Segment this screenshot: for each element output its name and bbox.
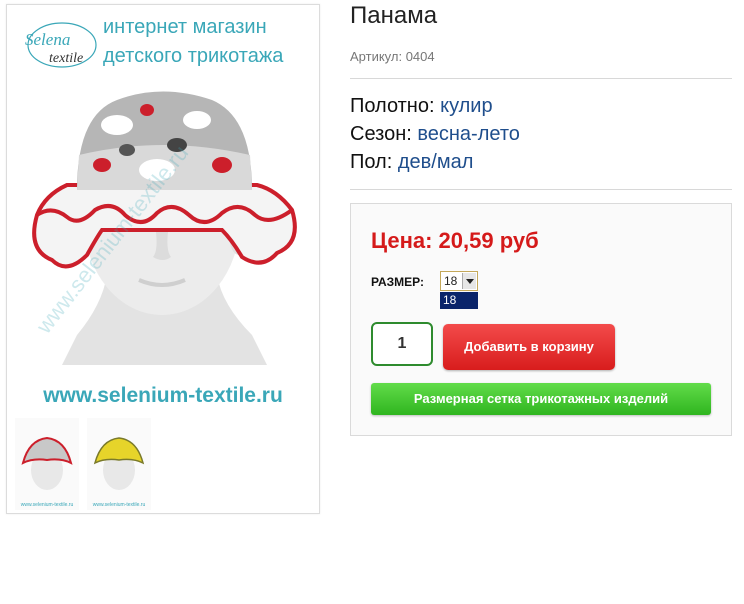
spec-fabric-value[interactable]: кулир [440, 95, 493, 117]
add-to-cart-button[interactable]: Добавить в корзину [443, 324, 615, 370]
brand-sub-text: textile [49, 51, 83, 66]
size-option[interactable]: 18 [440, 292, 478, 309]
thumbnail-1[interactable]: www.selenium-textile.ru [15, 418, 79, 510]
product-specs: Полотно: кулир Сезон: весна-лето Пол: де… [350, 92, 520, 176]
size-label: РАЗМЕР: [371, 275, 424, 289]
product-title: Панама [350, 2, 438, 29]
article-number: Артикул: 0404 [350, 49, 435, 64]
size-chart-button[interactable]: Размерная сетка трикотажных изделий [371, 383, 711, 415]
size-select-value: 18 [444, 274, 458, 288]
spec-fabric: Полотно: кулир [350, 92, 520, 120]
spec-season: Сезон: весна-лето [350, 120, 520, 148]
product-image-panel: Selena textile интернет магазин детского… [6, 4, 320, 514]
divider-bottom [350, 189, 732, 190]
spec-season-label: Сезон: [350, 123, 412, 145]
divider-top [350, 78, 732, 79]
buy-box: Цена: 20,59 руб РАЗМЕР: 18 18 1 Добавить… [350, 203, 732, 436]
size-select[interactable]: 18 [440, 271, 478, 291]
spec-season-value[interactable]: весна-лето [417, 123, 520, 145]
thumbnail-1-caption: www.selenium-textile.ru [21, 502, 74, 508]
thumbnail-2-caption: www.selenium-textile.ru [93, 502, 146, 508]
thumbnail-2[interactable]: www.selenium-textile.ru [87, 418, 151, 510]
spec-gender: Пол: дев/мал [350, 148, 520, 176]
quantity-field[interactable]: 1 [371, 322, 433, 366]
price: Цена: 20,59 руб [371, 228, 539, 253]
banner-line-1: интернет магазин [103, 16, 267, 38]
banner-line-2: детского трикотажа [103, 45, 284, 67]
spec-gender-label: Пол: [350, 151, 393, 173]
spec-gender-value[interactable]: дев/мал [398, 151, 474, 173]
main-product-image[interactable]: Selena textile интернет магазин детского… [7, 5, 319, 415]
chevron-down-icon[interactable] [462, 273, 476, 289]
thumbnail-strip: www.selenium-textile.ru www.selenium-tex… [15, 418, 315, 510]
brand-script-text: Selena [25, 30, 70, 49]
website-text: www.selenium-textile.ru [42, 384, 283, 407]
spec-fabric-label: Полотно: [350, 95, 435, 117]
